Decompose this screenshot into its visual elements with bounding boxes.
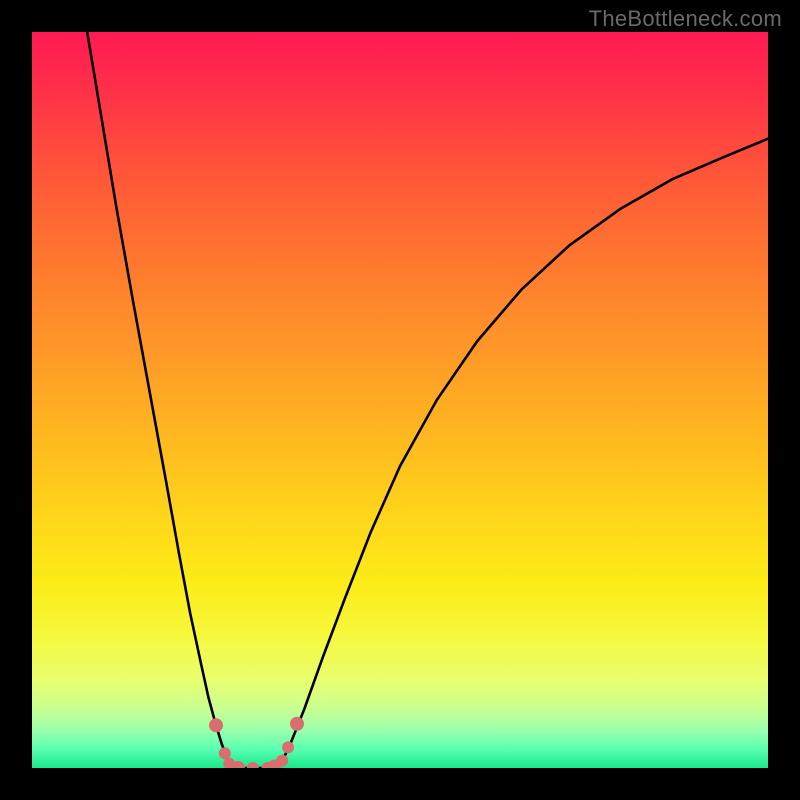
- data-point: [247, 762, 259, 768]
- chart-frame: TheBottleneck.com: [0, 0, 800, 800]
- data-point: [209, 718, 223, 732]
- data-point: [282, 741, 294, 753]
- data-points: [209, 717, 304, 768]
- data-point: [276, 755, 288, 767]
- data-point: [290, 717, 304, 731]
- watermark-text: TheBottleneck.com: [589, 6, 782, 32]
- curve-path: [87, 32, 768, 768]
- bottleneck-curve: [32, 32, 768, 768]
- chart-plot-area: [32, 32, 768, 768]
- data-point: [219, 747, 231, 759]
